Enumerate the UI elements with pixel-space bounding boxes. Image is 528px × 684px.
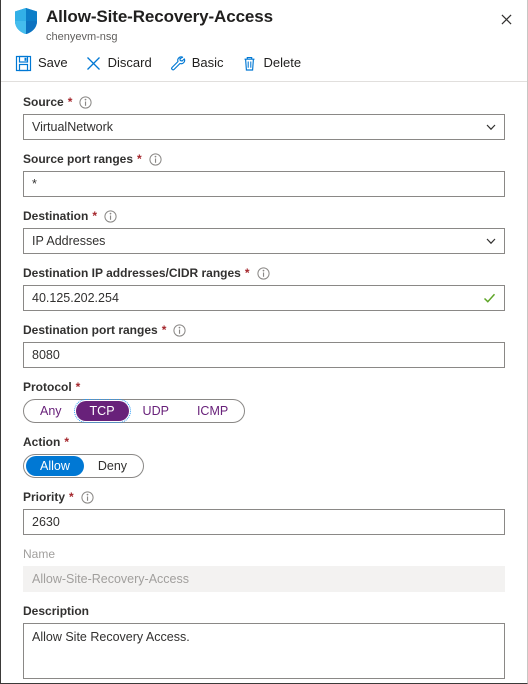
destination-ip-label: Destination IP addresses/CIDR ranges [23, 266, 241, 280]
info-icon[interactable] [149, 152, 162, 166]
info-icon[interactable] [104, 209, 117, 223]
info-icon[interactable] [79, 95, 92, 109]
blade-title-block: Allow-Site-Recovery-Access chenyevm-nsg [46, 6, 273, 44]
save-icon [15, 55, 32, 72]
action-option-deny[interactable]: Deny [84, 456, 141, 476]
description-label: Description [23, 604, 90, 618]
source-port-value: * [32, 177, 37, 191]
page-subtitle: chenyevm-nsg [46, 31, 118, 43]
protocol-label: Protocol [23, 380, 72, 394]
destination-port-value: 8080 [32, 348, 60, 362]
delete-button[interactable]: Delete [241, 52, 311, 74]
destination-ip-value: 40.125.202.254 [32, 291, 119, 305]
discard-icon [85, 55, 102, 72]
close-button[interactable] [493, 6, 519, 32]
name-label: Name [23, 547, 56, 561]
basic-label: Basic [191, 55, 224, 70]
page-title: Allow-Site-Recovery-Access [46, 7, 273, 26]
source-value: VirtualNetwork [32, 120, 114, 134]
info-icon[interactable] [256, 266, 270, 280]
destination-label-row: Destination * [23, 208, 505, 224]
protocol-option-icmp[interactable]: ICMP [183, 401, 242, 421]
action-label: Action [23, 435, 61, 449]
info-icon[interactable] [81, 490, 94, 504]
action-option-allow[interactable]: Allow [26, 456, 84, 476]
source-port-input[interactable]: * [23, 171, 505, 197]
protocol-option-any[interactable]: Any [26, 401, 76, 421]
source-label-row: Source * [23, 94, 505, 110]
chevron-down-icon [485, 235, 497, 247]
source-port-label: Source port ranges [23, 152, 134, 166]
action-label-row: Action * [23, 434, 505, 450]
priority-value: 2630 [32, 515, 60, 529]
destination-value: IP Addresses [32, 234, 106, 248]
destination-ip-label-row: Destination IP addresses/CIDR ranges * [23, 265, 505, 281]
info-icon[interactable] [173, 323, 186, 337]
protocol-required-marker: * [75, 380, 81, 394]
priority-required-marker: * [69, 490, 74, 504]
save-label: Save [38, 55, 68, 70]
field-source-port-ranges: Source port ranges * * [23, 151, 505, 197]
destination-port-label: Destination port ranges [23, 323, 158, 337]
source-port-label-row: Source port ranges * [23, 151, 505, 167]
description-value: Allow Site Recovery Access. [32, 630, 190, 644]
destination-ip-required-marker: * [244, 266, 250, 280]
field-priority: Priority * 2630 [23, 489, 505, 535]
discard-button[interactable]: Discard [85, 52, 161, 74]
name-label-row: Name [23, 546, 505, 562]
destination-port-input[interactable]: 8080 [23, 342, 505, 368]
destination-label: Destination [23, 209, 89, 223]
basic-button[interactable]: Basic [169, 52, 233, 74]
name-input: Allow-Site-Recovery-Access [23, 566, 505, 592]
protocol-choice-group: Any TCP UDP ICMP [23, 399, 246, 423]
delete-label: Delete [263, 55, 302, 70]
save-button[interactable]: Save [15, 52, 77, 74]
priority-input[interactable]: 2630 [23, 509, 505, 535]
field-destination-port-ranges: Destination port ranges * 8080 [23, 322, 505, 368]
source-dropdown[interactable]: VirtualNetwork [23, 114, 505, 140]
name-value: Allow-Site-Recovery-Access [32, 572, 189, 586]
close-icon [500, 13, 512, 25]
source-label: Source [23, 95, 64, 109]
destination-required-marker: * [92, 209, 98, 223]
destination-ip-input[interactable]: 40.125.202.254 [23, 285, 505, 311]
protocol-label-row: Protocol * [23, 379, 505, 395]
rule-form: Source * VirtualNetwork Source port rang… [1, 82, 527, 683]
source-required-marker: * [67, 95, 73, 109]
trash-icon [241, 55, 258, 72]
command-bar: Save Discard Basic Delete [1, 44, 527, 82]
field-destination-ip: Destination IP addresses/CIDR ranges * 4… [23, 265, 505, 311]
wrench-icon [169, 55, 186, 72]
field-description: Description Allow Site Recovery Access. [23, 603, 505, 679]
blade-header: Allow-Site-Recovery-Access chenyevm-nsg [1, 0, 527, 44]
field-name: Name Allow-Site-Recovery-Access [23, 546, 505, 592]
field-protocol: Protocol * Any TCP UDP ICMP [23, 379, 505, 423]
priority-label: Priority [23, 490, 66, 504]
nsg-rule-blade: Allow-Site-Recovery-Access chenyevm-nsg [0, 0, 528, 684]
source-port-required-marker: * [137, 152, 142, 166]
protocol-option-tcp[interactable]: TCP [73, 399, 131, 423]
field-destination: Destination * IP Addresses [23, 208, 505, 254]
discard-label: Discard [107, 55, 152, 70]
action-required-marker: * [64, 435, 70, 449]
field-action: Action * Allow Deny [23, 434, 505, 478]
chevron-down-icon [485, 121, 497, 133]
description-textarea[interactable]: Allow Site Recovery Access. [23, 623, 505, 679]
checkmark-icon [483, 292, 496, 305]
protocol-option-udp[interactable]: UDP [129, 401, 183, 421]
description-label-row: Description [23, 603, 505, 619]
shield-icon [13, 7, 39, 35]
priority-label-row: Priority * [23, 489, 505, 505]
destination-port-required-marker: * [161, 323, 167, 337]
destination-dropdown[interactable]: IP Addresses [23, 228, 505, 254]
action-choice-group: Allow Deny [23, 454, 145, 478]
destination-port-label-row: Destination port ranges * [23, 322, 505, 338]
field-source: Source * VirtualNetwork [23, 94, 505, 140]
